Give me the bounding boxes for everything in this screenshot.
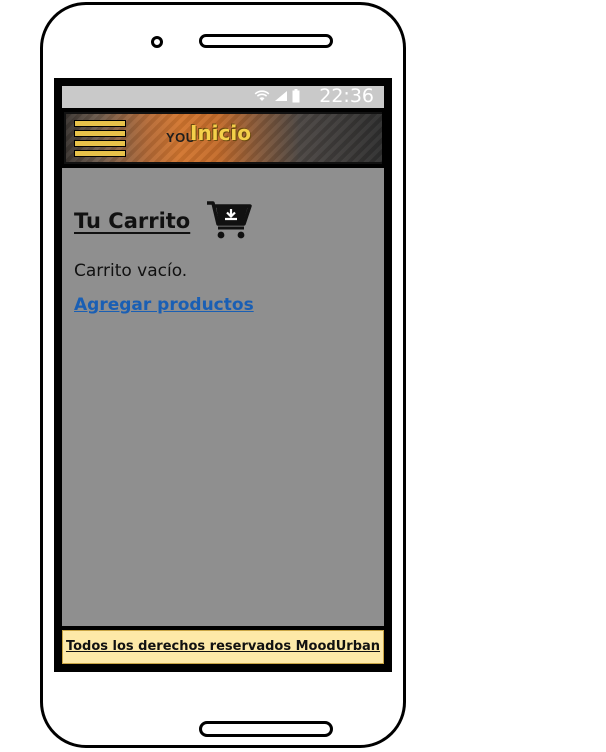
page-title: Inicio (190, 121, 251, 145)
empty-cart-message: Carrito vacío. (74, 261, 188, 281)
front-camera (151, 36, 163, 48)
menu-line-4 (74, 150, 126, 157)
hamburger-menu-icon[interactable] (74, 118, 126, 158)
add-products-link[interactable]: Agregar productos (74, 295, 254, 315)
menu-line-2 (74, 130, 126, 137)
wifi-icon (254, 90, 270, 101)
app-bar: YOU Inicio (62, 110, 384, 166)
status-bar: 22:36 (62, 85, 384, 108)
menu-line-1 (74, 120, 126, 127)
status-icons (254, 89, 300, 103)
footer: Todos los derechos reservados MoodUrban (62, 630, 384, 664)
footer-copyright: Todos los derechos reservados MoodUrban (65, 639, 381, 654)
header-banner-image: YOU Inicio (66, 114, 382, 162)
cart-download-icon[interactable] (206, 200, 254, 240)
cart-heading: Tu Carrito (74, 209, 191, 233)
home-button[interactable] (199, 721, 333, 737)
main-content: Tu Carrito Carrito vacío. Agregar produc… (62, 168, 384, 626)
speaker-slot (199, 34, 333, 48)
menu-line-3 (74, 140, 126, 147)
signal-icon (275, 91, 287, 101)
battery-icon (292, 89, 300, 103)
status-clock: 22:36 (319, 85, 374, 107)
